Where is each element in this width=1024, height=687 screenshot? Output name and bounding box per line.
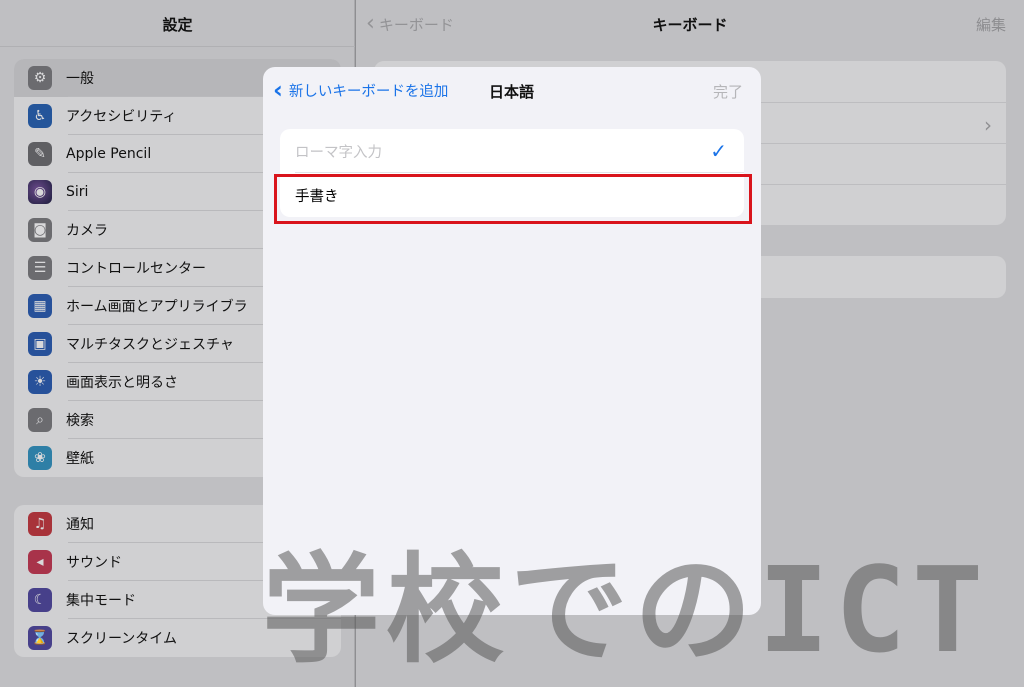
chevron-left-icon: ‹ <box>273 76 283 104</box>
siri-icon: ◉ <box>28 180 52 204</box>
sidebar-title: 設定 <box>162 16 193 34</box>
wallpaper-icon: ❀ <box>28 446 52 470</box>
modal-title: 日本語 <box>489 83 535 101</box>
home-screen-icon: ▦ <box>28 294 52 318</box>
sidebar-item-label: 集中モード <box>66 593 136 609</box>
accessibility-icon: ♿ <box>28 104 52 128</box>
sidebar-item-label: Siri <box>66 184 89 200</box>
sidebar-item-label: Apple Pencil <box>66 146 152 162</box>
list-item-handwriting[interactable]: 手書き <box>280 173 744 217</box>
pencil-icon: ✎ <box>28 142 52 166</box>
input-method-list: ローマ字入力 ✓ 手書き <box>280 129 744 217</box>
sidebar-item-label: サウンド <box>66 555 122 571</box>
add-keyboard-sheet: ‹ 新しいキーボードを追加 日本語 完了 ローマ字入力 ✓ 手書き <box>263 67 761 615</box>
list-item-label: ローマ字入力 <box>295 144 382 161</box>
speaker-icon: ◂ <box>28 550 52 574</box>
brightness-icon: ☀ <box>28 370 52 394</box>
sidebar-item-label: アクセシビリティ <box>66 109 177 125</box>
list-item-label: 手書き <box>295 188 339 205</box>
chevron-right-icon: › <box>984 113 992 137</box>
page-title: キーボード <box>652 16 728 34</box>
sidebar-item-hourglass[interactable]: ⌛ スクリーンタイム <box>14 619 341 657</box>
sidebar-item-label: 一般 <box>66 71 94 87</box>
moon-icon: ☾ <box>28 588 52 612</box>
bell-icon: ♫ <box>28 512 52 536</box>
multitasking-icon: ▣ <box>28 332 52 356</box>
sidebar-item-label: 検索 <box>66 413 94 429</box>
sidebar-item-label: マルチタスクとジェスチャ <box>66 337 234 353</box>
sidebar-item-label: ホーム画面とアプリライブラ <box>66 299 248 315</box>
list-item-romaji[interactable]: ローマ字入力 ✓ <box>280 129 744 173</box>
control-center-icon: ☰ <box>28 256 52 280</box>
modal-back-button[interactable]: ‹ 新しいキーボードを追加 <box>273 78 448 102</box>
hourglass-icon: ⌛ <box>28 626 52 650</box>
sidebar-item-label: カメラ <box>66 223 108 239</box>
gear-icon: ⚙ <box>28 66 52 90</box>
checkmark-icon: ✓ <box>710 139 727 163</box>
sidebar-item-label: 画面表示と明るさ <box>66 375 178 391</box>
sidebar-item-label: 壁紙 <box>66 451 94 467</box>
edit-button[interactable]: 編集 <box>976 14 1006 35</box>
done-button[interactable]: 完了 <box>713 81 743 102</box>
sidebar-item-label: コントロールセンター <box>66 261 206 277</box>
camera-icon: ◙ <box>28 218 52 242</box>
sidebar-item-label: スクリーンタイム <box>66 631 178 647</box>
sidebar-divider <box>0 46 355 47</box>
sidebar-item-label: 通知 <box>66 517 94 533</box>
search-icon: ⌕ <box>28 408 52 432</box>
modal-back-label: 新しいキーボードを追加 <box>288 83 449 100</box>
